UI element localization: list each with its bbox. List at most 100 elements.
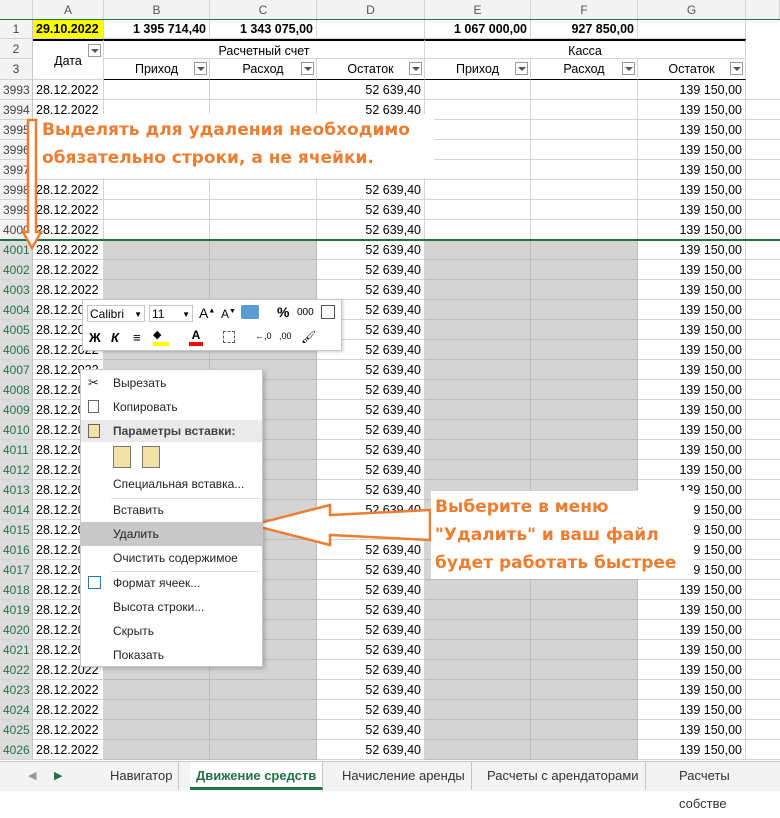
row-header[interactable]: 3993	[0, 80, 33, 100]
balance-cash-cell[interactable]: 139 150,00	[638, 140, 746, 160]
expense-account-cell[interactable]	[210, 740, 317, 760]
menu-clear-contents[interactable]: Очистить содержимое	[81, 546, 262, 570]
expense-account-cell[interactable]	[210, 220, 317, 240]
balance-account-cell[interactable]: 52 639,40	[317, 80, 425, 100]
balance-cash-cell[interactable]: 139 150,00	[638, 720, 746, 740]
income-cash-cell[interactable]	[425, 740, 531, 760]
row-header[interactable]: 4016	[0, 540, 33, 560]
bold-button[interactable]: Ж	[89, 330, 101, 345]
tab-scroll-left-icon[interactable]: ◀	[28, 762, 36, 790]
row-header[interactable]: 4017	[0, 560, 33, 580]
tab-scroll-right-icon[interactable]: ▶	[54, 762, 62, 790]
total-income-cash[interactable]: 1 067 000,00	[425, 20, 531, 39]
income-account-cell[interactable]	[104, 220, 210, 240]
row-header[interactable]: 3994	[0, 100, 33, 120]
income-cash-cell[interactable]	[425, 180, 531, 200]
expense-cash-cell[interactable]	[531, 460, 638, 480]
row-header[interactable]: 4018	[0, 580, 33, 600]
row-header[interactable]: 4003	[0, 280, 33, 300]
sheet-tab-2[interactable]: Движение средств	[190, 762, 324, 790]
balance-account-cell[interactable]: 52 639,40	[317, 580, 425, 600]
filter-dropdown-icon[interactable]	[194, 62, 207, 75]
row-header[interactable]: 4026	[0, 740, 33, 760]
expense-account-cell[interactable]	[210, 700, 317, 720]
income-account-cell[interactable]	[104, 240, 210, 260]
expense-cash-cell[interactable]	[531, 200, 638, 220]
balance-cash-cell[interactable]: 139 150,00	[638, 640, 746, 660]
income-cash-cell[interactable]	[425, 460, 531, 480]
balance-cash-cell[interactable]: 139 150,00	[638, 80, 746, 100]
sheet-tab-4[interactable]: Расчеты с арендаторами	[481, 762, 646, 790]
income-cash-cell[interactable]	[425, 400, 531, 420]
filter-dropdown-icon[interactable]	[515, 62, 528, 75]
expense-cash-cell[interactable]	[531, 260, 638, 280]
balance-cash-cell[interactable]: 139 150,00	[638, 660, 746, 680]
income-account-cell[interactable]	[104, 180, 210, 200]
expense-cash-cell[interactable]	[531, 600, 638, 620]
income-cash-cell[interactable]	[425, 620, 531, 640]
align-center-icon[interactable]: ≡	[133, 330, 141, 345]
income-account-cell[interactable]	[104, 680, 210, 700]
sheet-tab-1[interactable]: Навигатор	[104, 762, 180, 790]
expense-cash-cell[interactable]	[531, 80, 638, 100]
column-header-b[interactable]: B	[104, 0, 210, 20]
decrease-decimal-icon[interactable]: ,00	[279, 331, 292, 341]
thousands-button[interactable]: 000	[297, 307, 314, 318]
expense-cash-cell[interactable]	[531, 400, 638, 420]
date-cell[interactable]: 28.12.2022	[33, 680, 104, 700]
expense-cash-cell[interactable]	[531, 300, 638, 320]
balance-cash-cell[interactable]: 139 150,00	[638, 160, 746, 180]
date-cell[interactable]: 28.12.2022	[33, 720, 104, 740]
menu-paste-special[interactable]: Специальная вставка...	[81, 472, 262, 496]
expense-cash-cell[interactable]	[531, 680, 638, 700]
total-expense-account[interactable]: 1 343 075,00	[210, 20, 317, 39]
balance-account-cell[interactable]: 52 639,40	[317, 620, 425, 640]
balance-account-cell[interactable]: 52 639,40	[317, 560, 425, 580]
row-header[interactable]: 4006	[0, 340, 33, 360]
balance-cash-cell[interactable]: 139 150,00	[638, 120, 746, 140]
percent-button[interactable]: %	[277, 304, 289, 320]
expense-cash-cell[interactable]	[531, 580, 638, 600]
expense-cash-cell[interactable]	[531, 640, 638, 660]
income-cash-cell[interactable]	[425, 300, 531, 320]
expense-cash-cell[interactable]	[531, 220, 638, 240]
income-account-cell[interactable]	[104, 700, 210, 720]
row-header[interactable]: 4004	[0, 300, 33, 320]
income-cash-cell[interactable]	[425, 380, 531, 400]
income-cash-cell[interactable]	[425, 720, 531, 740]
column-header-a[interactable]: A	[33, 0, 104, 20]
date-cell[interactable]: 28.12.2022	[33, 280, 104, 300]
sheet-tab-5[interactable]: Расчеты собстве	[673, 762, 780, 811]
total-expense-cash[interactable]: 927 850,00	[531, 20, 638, 39]
balance-account-cell[interactable]: 52 639,40	[317, 600, 425, 620]
header-date[interactable]: Дата	[33, 39, 104, 80]
balance-cash-cell[interactable]: 139 150,00	[638, 340, 746, 360]
balance-account-cell[interactable]: 52 639,40	[317, 520, 425, 540]
row-header[interactable]: 4008	[0, 380, 33, 400]
menu-row-height[interactable]: Высота строки...	[81, 595, 262, 619]
filter-dropdown-icon[interactable]	[622, 62, 635, 75]
income-cash-cell[interactable]	[425, 320, 531, 340]
column-header-d[interactable]: D	[317, 0, 425, 20]
income-cash-cell[interactable]	[425, 280, 531, 300]
header-in1[interactable]: Приход	[104, 59, 210, 80]
expense-cash-cell[interactable]	[531, 660, 638, 680]
balance-account-cell[interactable]: 52 639,40	[317, 360, 425, 380]
balance-account-cell[interactable]: 52 639,40	[317, 660, 425, 680]
date-cell[interactable]: 28.12.2022	[33, 220, 104, 240]
balance-cash-cell[interactable]: 139 150,00	[638, 600, 746, 620]
expense-cash-cell[interactable]	[531, 160, 638, 180]
increase-font-icon[interactable]: A▲	[199, 305, 215, 321]
column-header-g[interactable]: G	[638, 0, 746, 20]
balance-cash-cell[interactable]: 139 150,00	[638, 420, 746, 440]
balance-cash-cell[interactable]: 139 150,00	[638, 580, 746, 600]
accounting-format-icon[interactable]	[241, 305, 259, 319]
menu-hide[interactable]: Скрыть	[81, 619, 262, 643]
row-header[interactable]: 3999	[0, 200, 33, 220]
balance-account-cell[interactable]: 52 639,40	[317, 400, 425, 420]
income-cash-cell[interactable]	[425, 260, 531, 280]
cell-g1[interactable]	[638, 20, 746, 39]
balance-account-cell[interactable]: 52 639,40	[317, 700, 425, 720]
balance-account-cell[interactable]: 52 639,40	[317, 720, 425, 740]
row-header[interactable]: 4020	[0, 620, 33, 640]
